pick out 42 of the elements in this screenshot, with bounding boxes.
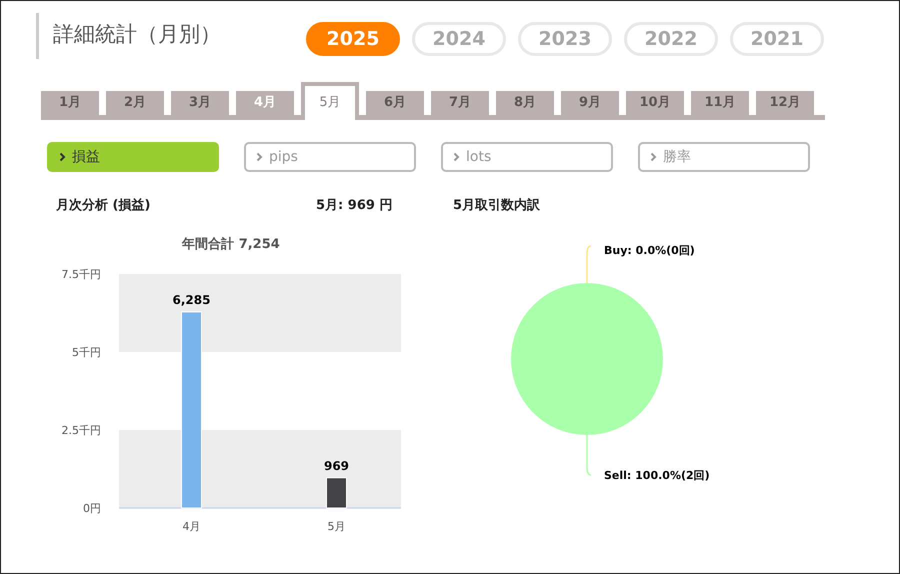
metric-tab[interactable]: 勝率 (638, 142, 810, 172)
section-heading: 5月取引数内訳 (453, 197, 540, 215)
year-tab[interactable]: 2025 (306, 22, 400, 56)
leader-line (586, 434, 592, 476)
month-tab[interactable]: 9月 (561, 91, 619, 115)
metric-tab[interactable]: lots (441, 142, 613, 172)
axis-label: 5千円 (72, 346, 101, 358)
month-tab[interactable]: 3月 (171, 91, 229, 115)
axis-label: 7.5千円 (62, 268, 101, 280)
month-tab[interactable]: 8月 (496, 91, 554, 115)
year-tab[interactable]: 2023 (518, 22, 612, 56)
year-tab[interactable]: 2024 (412, 22, 506, 56)
leader-line (586, 244, 592, 282)
axis-label: 4月 (182, 520, 200, 532)
month-tab[interactable]: 2月 (106, 91, 164, 115)
month-tab[interactable]: 7月 (431, 91, 489, 115)
axis-label: 2.5千円 (62, 424, 101, 436)
year-tab[interactable]: 2021 (730, 22, 824, 56)
chevron-icon (256, 152, 263, 162)
metric-tab[interactable]: 損益 (47, 142, 219, 172)
data-label: Buy: 0.0%(0回) (604, 244, 695, 256)
chevron-icon (650, 152, 657, 162)
section-heading: 月次分析 (損益) (56, 197, 152, 215)
chart-title: 年間合計 7,254 (182, 236, 280, 252)
month-total: 5月: 969 円 (316, 197, 394, 215)
bar (326, 476, 347, 508)
month-tab[interactable]: 4月 (236, 91, 294, 115)
data-label: 969 (324, 458, 350, 472)
month-tab[interactable]: 12月 (756, 91, 814, 115)
month-tab[interactable]: 10月 (626, 91, 684, 115)
metric-tab[interactable]: pips (244, 142, 416, 172)
data-label: 6,285 (172, 292, 210, 306)
month-tab[interactable]: 5月 (301, 82, 359, 120)
axis-label: 5月 (328, 520, 346, 532)
month-tab[interactable]: 11月 (691, 91, 749, 115)
axis-label: 0円 (83, 502, 101, 514)
month-tab[interactable]: 6月 (366, 91, 424, 115)
year-tab[interactable]: 2022 (624, 22, 718, 56)
data-label: Sell: 100.0%(2回) (604, 468, 710, 482)
chevron-icon (453, 152, 460, 162)
month-tab[interactable]: 1月 (41, 91, 99, 115)
chevron-icon (59, 152, 66, 162)
